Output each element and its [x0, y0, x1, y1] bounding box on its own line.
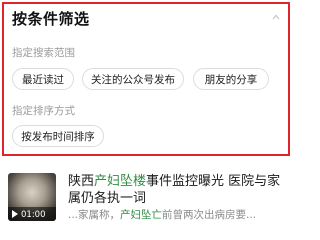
result-title[interactable]: 陕西产妇坠楼事件监控曝光 医院与家属仍各执一词: [68, 173, 292, 207]
video-thumbnail[interactable]: 01:00: [8, 173, 56, 221]
sort-order-label: 指定排序方式: [12, 105, 75, 117]
option-friends-shares[interactable]: 朋友的分享: [193, 68, 269, 90]
title-text: 陕西: [68, 174, 95, 189]
result-snippet: ...家属称，产妇坠亡前曾两次出病房要...: [68, 207, 292, 222]
search-scope-label: 指定搜索范围: [12, 47, 75, 59]
search-result-item[interactable]: 01:00 陕西产妇坠楼事件监控曝光 医院与家属仍各执一词 ...家属称，产妇坠…: [0, 165, 298, 222]
title-keyword: 产妇坠楼: [94, 174, 147, 189]
filter-panel: 按条件筛选 指定搜索范围 最近读过 关注的公众号发布 朋友的分享 指定排序方式 …: [2, 2, 290, 156]
snippet-text: 前曾两次出病房要...: [162, 209, 257, 221]
filter-panel-title: 按条件筛选: [12, 10, 90, 28]
option-recently-read[interactable]: 最近读过: [12, 68, 74, 90]
option-followed-accounts[interactable]: 关注的公众号发布: [82, 68, 184, 90]
snippet-text: ...家属称，: [68, 209, 121, 221]
option-sort-by-publish-time[interactable]: 按发布时间排序: [12, 125, 104, 147]
video-duration: 01:00: [21, 210, 46, 220]
snippet-keyword: 产妇坠亡: [120, 209, 163, 221]
play-icon: [12, 210, 18, 218]
chevron-up-icon[interactable]: [272, 13, 280, 21]
